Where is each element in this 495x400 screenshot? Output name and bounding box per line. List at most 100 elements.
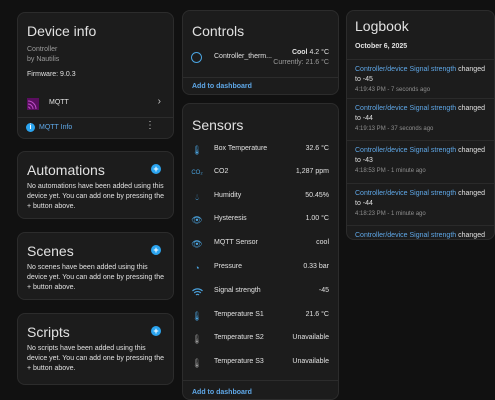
sensors-title: Sensors	[192, 117, 244, 133]
sensor-row[interactable]: CO₂ CO2 1,287 ppm	[183, 162, 338, 184]
sensor-row[interactable]: ◔ Pressure 0.33 bar	[183, 257, 338, 279]
add-automation-button[interactable]: +	[151, 164, 161, 174]
sensor-label: Humidity	[214, 192, 242, 199]
scripts-title: Scripts	[27, 324, 70, 340]
sensor-value: Unavailable	[292, 358, 329, 365]
device-info-card: Device info Controller by Nautilis Firmw…	[17, 12, 174, 139]
device-model: Controller	[27, 46, 58, 53]
sensor-label: Temperature S1	[214, 311, 264, 318]
sensor-label: Pressure	[214, 263, 243, 270]
logbook-value: to -44	[355, 115, 373, 122]
water-percent-icon: 💧︎	[195, 191, 199, 202]
sensor-row[interactable]: Signal strength -45	[183, 281, 338, 303]
sensor-label: Box Temperature	[214, 145, 268, 152]
logbook-action: changed	[458, 66, 485, 73]
logbook-action: changed	[458, 232, 485, 239]
thermometer-icon: 🌡︎	[191, 357, 203, 368]
sensor-row[interactable]: 🌡︎ Temperature S3 Unavailable	[183, 352, 338, 374]
controls-card: Controls Controller_therm... Cool 4.2 °C…	[182, 10, 339, 95]
logbook-entity-link[interactable]: Controller/device Signal strength	[355, 105, 456, 112]
logbook-value: to -44	[355, 200, 373, 207]
device-firmware: Firmware: 9.0.3	[27, 71, 76, 78]
logbook-timestamp: 4:18:23 PM - 1 minute ago	[355, 211, 426, 217]
automations-card: Automations + No automations have been a…	[17, 151, 174, 219]
logbook-entry: Controller/device Signal strength change…	[347, 183, 494, 225]
climate-mode: Cool	[291, 49, 308, 56]
sensor-value: Unavailable	[292, 334, 329, 341]
climate-target: 4.2 °C	[309, 49, 329, 56]
eye-icon: 👁︎	[191, 214, 203, 225]
automations-description: No automations have been added using thi…	[27, 183, 164, 210]
climate-state: Cool 4.2 °C	[292, 49, 329, 56]
logbook-entry-text: Controller/device Signal strength change…	[355, 189, 488, 209]
mqtt-info-label: MQTT Info	[39, 124, 73, 131]
sensor-label: Hysteresis	[214, 215, 247, 222]
logbook-entry: Controller/device Signal strength change…	[347, 140, 494, 182]
sensor-label: Temperature S3	[214, 358, 264, 365]
integration-label: MQTT	[49, 99, 69, 106]
logbook-date: October 6, 2025	[355, 43, 408, 50]
add-script-button[interactable]: +	[151, 326, 161, 336]
logbook-value: to -45	[355, 76, 373, 83]
add-scene-button[interactable]: +	[151, 245, 161, 255]
automations-title: Automations	[27, 162, 105, 178]
scenes-title: Scenes	[27, 243, 74, 259]
mqtt-info-button[interactable]: i MQTT Info	[24, 121, 104, 135]
sensor-label: CO2	[214, 168, 229, 175]
sensor-value: 50.45%	[305, 192, 329, 199]
logbook-action: changed	[458, 190, 485, 197]
logbook-entry-text: Controller/device Signal strength change…	[355, 146, 488, 166]
logbook-entry-text: Controller/device Signal strength change…	[355, 231, 488, 239]
thermometer-icon: 🌡︎	[191, 144, 203, 155]
thermometer-icon: 🌡︎	[191, 333, 203, 344]
sensor-row[interactable]: 🌡︎ Box Temperature 32.6 °C	[183, 139, 338, 161]
sensor-value: 32.6 °C	[305, 145, 329, 152]
scenes-description: No scenes have been added using this dev…	[27, 264, 164, 291]
sensor-row[interactable]: 🌡︎ Temperature S2 Unavailable	[183, 328, 338, 350]
logbook-entry-text: Controller/device Signal strength change…	[355, 104, 488, 124]
chevron-right-icon: ›	[157, 96, 161, 107]
sensor-row[interactable]: 🌡︎ Temperature S1 21.6 °C	[183, 305, 338, 327]
sensor-value: 0.33 bar	[303, 263, 329, 270]
logbook-entry: Controller/device Signal strength change…	[347, 225, 494, 239]
logbook-entry: Controller/device Signal strength change…	[347, 98, 494, 140]
sensor-value: -45	[318, 287, 329, 294]
sensor-row[interactable]: 👁︎ MQTT Sensor cool	[183, 233, 338, 255]
logbook-title: Logbook	[355, 18, 409, 34]
climate-current: Currently: 21.6 °C	[273, 59, 329, 66]
sensor-value: 21.6 °C	[305, 311, 329, 318]
integration-row-mqtt[interactable]: MQTT ›	[18, 93, 173, 113]
sensor-label: Signal strength	[214, 287, 261, 294]
climate-entity-row[interactable]: Controller_therm... Cool 4.2 °C Currentl…	[183, 46, 338, 72]
sensor-label: MQTT Sensor	[214, 239, 258, 246]
co2-icon: CO₂	[191, 170, 203, 176]
logbook-entity-link[interactable]: Controller/device Signal strength	[355, 232, 456, 239]
device-info-title: Device info	[27, 23, 97, 39]
logbook-action: changed	[458, 105, 485, 112]
logbook-timestamp: 4:18:53 PM - 1 minute ago	[355, 168, 426, 174]
sensor-value: 1,287 ppm	[295, 168, 329, 175]
scenes-card: Scenes + No scenes have been added using…	[17, 232, 174, 300]
device-manufacturer: by Nautilis	[27, 56, 60, 63]
sensor-label: Temperature S2	[214, 334, 264, 341]
climate-entity-name: Controller_therm...	[214, 53, 272, 60]
sensor-value: 1.00 °C	[305, 215, 329, 222]
logbook-entry: Controller/device Signal strength change…	[347, 59, 494, 101]
thermometer-icon: 🌡︎	[191, 310, 203, 321]
logbook-entity-link[interactable]: Controller/device Signal strength	[355, 147, 456, 154]
logbook-entity-link[interactable]: Controller/device Signal strength	[355, 190, 456, 197]
sensor-row[interactable]: 👁︎ Hysteresis 1.00 °C	[183, 209, 338, 231]
mqtt-icon	[27, 97, 39, 110]
sensors-add-to-dashboard-link[interactable]: Add to dashboard	[192, 389, 252, 396]
logbook-timestamp: 4:19:43 PM - 7 seconds ago	[355, 87, 431, 93]
logbook-value: to -43	[355, 157, 373, 164]
sensors-card: Sensors 🌡︎ Box Temperature 32.6 °C CO₂ C…	[182, 103, 339, 400]
scripts-description: No scripts have been added using this de…	[27, 345, 164, 372]
controls-add-to-dashboard-link[interactable]: Add to dashboard	[192, 83, 252, 90]
logbook-entry-text: Controller/device Signal strength change…	[355, 65, 488, 85]
more-vert-icon[interactable]: ⋮	[145, 121, 155, 131]
eye-icon: 👁︎	[191, 238, 203, 249]
logbook-entity-link[interactable]: Controller/device Signal strength	[355, 66, 456, 73]
logbook-card: Logbook October 6, 2025 Controller/devic…	[346, 10, 495, 240]
sensor-row[interactable]: 💧︎ Humidity 50.45%	[183, 186, 338, 208]
